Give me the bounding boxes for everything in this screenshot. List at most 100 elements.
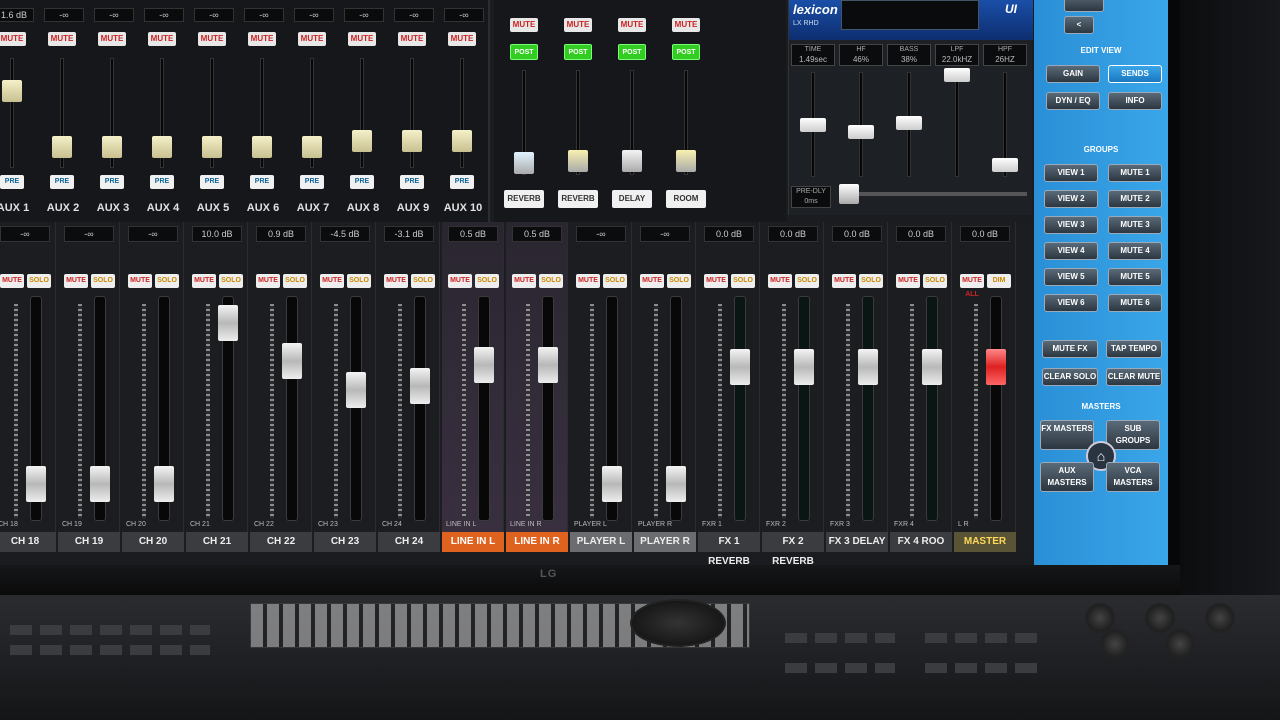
aux-mute-button[interactable]: MUTE (148, 32, 176, 46)
back-button[interactable]: < (1064, 16, 1094, 34)
channel-solo-button[interactable]: SOLO (667, 274, 691, 288)
channel-fader-handle[interactable] (922, 349, 942, 385)
aux-pre-button[interactable]: PRE (100, 175, 124, 189)
channel-fader-handle[interactable] (26, 466, 46, 502)
channel-solo-button[interactable]: SOLO (795, 274, 819, 288)
channel-fader-handle[interactable] (474, 347, 494, 383)
channel-fader-track[interactable] (862, 296, 874, 521)
group-view-button[interactable]: VIEW 2 (1044, 190, 1098, 208)
channel-fader-handle[interactable] (282, 343, 302, 379)
channel-fader-handle[interactable] (986, 349, 1006, 385)
channel-mute-button[interactable]: MUTE (256, 274, 280, 288)
aux-pre-button[interactable]: PRE (400, 175, 424, 189)
vca-masters-button[interactable]: VCA MASTERS (1106, 462, 1160, 492)
channel-mute-button[interactable]: MUTE (512, 274, 536, 288)
channel-mute-button[interactable]: MUTE (704, 274, 728, 288)
channel-fader-handle[interactable] (666, 466, 686, 502)
channel-fader-track[interactable] (286, 296, 298, 521)
clear-solo-button[interactable]: CLEAR SOLO (1042, 368, 1098, 386)
button-row-left-2[interactable] (10, 645, 210, 655)
lexicon-fader-track[interactable] (955, 72, 959, 177)
button-row-center[interactable] (785, 633, 895, 643)
gain-button[interactable]: GAIN (1046, 65, 1100, 83)
channel-mute-button[interactable]: MUTE (320, 274, 344, 288)
tap-tempo-button[interactable]: TAP TEMPO (1106, 340, 1162, 358)
lexicon-param-readout[interactable]: BASS 38% (887, 44, 931, 66)
channel-solo-button[interactable]: SOLO (91, 274, 115, 288)
lexicon-fader-handle[interactable] (992, 158, 1018, 172)
predelay-slider[interactable] (839, 184, 1027, 204)
aux-mute-button[interactable]: MUTE (198, 32, 226, 46)
fx-type-button[interactable]: DELAY (612, 190, 652, 208)
info-button[interactable]: INFO (1108, 92, 1162, 110)
lexicon-param-readout[interactable]: HPF 26HZ (983, 44, 1027, 66)
channel-mute-button[interactable]: MUTE ALL (960, 274, 984, 298)
group-view-button[interactable]: VIEW 6 (1044, 294, 1098, 312)
lexicon-fader-handle[interactable] (848, 125, 874, 139)
group-mute-button[interactable]: MUTE 6 (1108, 294, 1162, 312)
aux-pre-button[interactable]: PRE (0, 175, 24, 189)
channel-fader-handle[interactable] (218, 305, 238, 341)
data-dial[interactable] (630, 599, 726, 647)
channel-fader-track[interactable] (414, 296, 426, 521)
channel-mute-button[interactable]: MUTE (192, 274, 216, 288)
channel-mute-button[interactable]: MUTE (448, 274, 472, 288)
aux-mute-button[interactable]: MUTE (448, 32, 476, 46)
fx-mute-button[interactable]: MUTE (564, 18, 592, 32)
channel-fader-track[interactable] (990, 296, 1002, 521)
channel-solo-button[interactable]: SOLO (539, 274, 563, 288)
aux-fader-handle[interactable] (52, 136, 72, 158)
fx-post-button[interactable]: POST (564, 44, 592, 60)
channel-solo-button[interactable]: SOLO (347, 274, 371, 288)
aux-mute-button[interactable]: MUTE (398, 32, 426, 46)
channel-mute-button[interactable]: MUTE (768, 274, 792, 288)
aux-pre-button[interactable]: PRE (250, 175, 274, 189)
lexicon-fader-handle[interactable] (944, 68, 970, 82)
sends-button[interactable]: SENDS (1108, 65, 1162, 83)
channel-solo-button[interactable]: SOLO (603, 274, 627, 288)
fx-mute-button[interactable]: MUTE (672, 18, 700, 32)
channel-fader-handle[interactable] (730, 349, 750, 385)
channel-mute-button[interactable]: MUTE (64, 274, 88, 288)
channel-fader-handle[interactable] (346, 372, 366, 408)
channel-solo-button[interactable]: SOLO (155, 274, 179, 288)
channel-fader-handle[interactable] (154, 466, 174, 502)
knob-5[interactable] (1165, 629, 1195, 659)
fx-mute-button[interactable]: MUTE (510, 18, 538, 32)
channel-solo-button[interactable]: SOLO (27, 274, 51, 288)
aux-fader-handle[interactable] (252, 136, 272, 158)
aux-pre-button[interactable]: PRE (50, 175, 74, 189)
aux-mute-button[interactable]: MUTE (348, 32, 376, 46)
lexicon-param-readout[interactable]: HF 46% (839, 44, 883, 66)
aux-mute-button[interactable]: MUTE (298, 32, 326, 46)
channel-solo-button[interactable]: SOLO (411, 274, 435, 288)
aux-mute-button[interactable]: MUTE (48, 32, 76, 46)
lexicon-fader-handle[interactable] (896, 116, 922, 130)
dyn-eq-button[interactable]: DYN / EQ (1046, 92, 1100, 110)
aux-mute-button[interactable]: MUTE (0, 32, 26, 46)
channel-solo-button[interactable]: SOLO (475, 274, 499, 288)
channel-solo-button[interactable]: DIM (987, 274, 1011, 288)
channel-fader-track[interactable] (798, 296, 810, 521)
aux-pre-button[interactable]: PRE (300, 175, 324, 189)
channel-fader-track[interactable] (350, 296, 362, 521)
channel-solo-button[interactable]: SOLO (923, 274, 947, 288)
lexicon-param-readout[interactable]: TIME 1.49sec (791, 44, 835, 66)
aux-mute-button[interactable]: MUTE (248, 32, 276, 46)
lexicon-fader-handle[interactable] (800, 118, 826, 132)
aux-fader-handle[interactable] (302, 136, 322, 158)
fx-post-button[interactable]: POST (510, 44, 538, 60)
group-view-button[interactable]: VIEW 4 (1044, 242, 1098, 260)
aux-mute-button[interactable]: MUTE (98, 32, 126, 46)
channel-mute-button[interactable]: MUTE (640, 274, 664, 288)
group-view-button[interactable]: VIEW 5 (1044, 268, 1098, 286)
top-button[interactable] (1064, 0, 1104, 12)
channel-solo-button[interactable]: SOLO (859, 274, 883, 288)
group-mute-button[interactable]: MUTE 1 (1108, 164, 1162, 182)
group-mute-button[interactable]: MUTE 5 (1108, 268, 1162, 286)
channel-fader-track[interactable] (542, 296, 554, 521)
aux-masters-button[interactable]: AUX MASTERS (1040, 462, 1094, 492)
channel-fader-handle[interactable] (794, 349, 814, 385)
aux-pre-button[interactable]: PRE (150, 175, 174, 189)
fx-type-button[interactable]: REVERB (558, 190, 598, 208)
